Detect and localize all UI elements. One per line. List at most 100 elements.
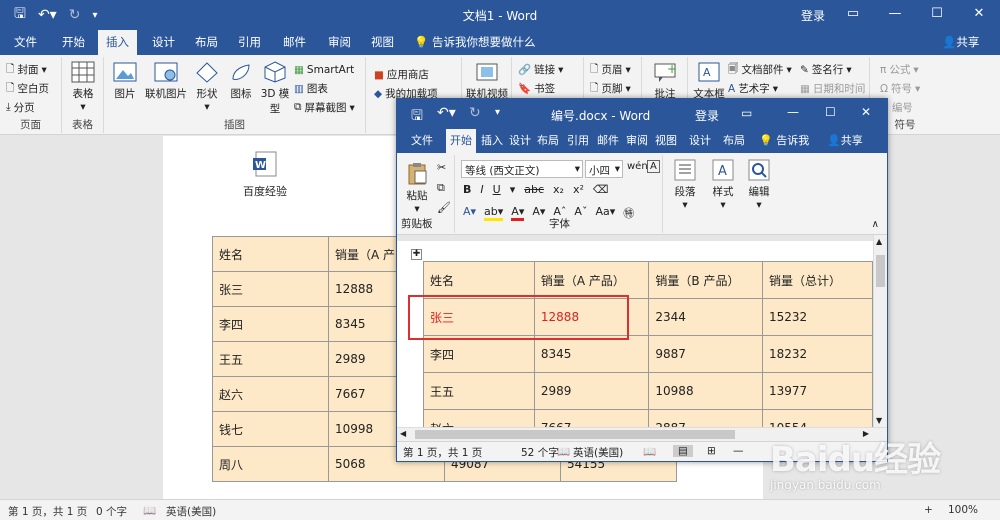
sub-redo-icon[interactable]: ↻ [469,105,481,121]
sub-tab-home[interactable]: 开始 [446,129,476,153]
blank-page-button[interactable]: 🗋 空白页 [6,79,49,98]
sub-tab-table-layout[interactable]: 布局 [723,129,745,153]
secondary-word-window[interactable]: 🖫 ↶▾ ↻ ▾ 编号.docx - Word 登录 ▭ — ☐ ✕ 文件 开始… [396,98,888,462]
subscript-icon[interactable]: x₂ [553,183,564,196]
comment-button[interactable]: + 批注 [648,61,682,101]
sub-tab-table-design[interactable]: 设计 [689,129,711,153]
font-name-select[interactable]: 等线 (西文正文) ▾ [461,160,583,178]
tell-me-box[interactable]: 💡 告诉我你想要做什么 [414,30,535,55]
collapse-ribbon-icon[interactable]: ∧ [872,219,879,230]
tab-mailings[interactable]: 邮件 [283,30,306,55]
sub-customize-icon[interactable]: ▾ [495,107,500,118]
print-layout-icon[interactable]: ▤ [673,445,693,457]
login-button[interactable]: 登录 [801,7,825,24]
table-cell[interactable]: 姓名 [212,236,329,272]
read-mode-icon[interactable]: 📖 [643,445,656,458]
table-cell[interactable]: 赵六 [423,409,535,427]
table-cell[interactable]: 7667 [533,409,650,427]
sub-save-icon[interactable]: 🖫 [411,105,423,129]
tab-insert[interactable]: 插入 [98,30,137,55]
sub-page-count[interactable]: 第 1 页，共 1 页 [403,445,482,460]
shapes-button[interactable]: 形状 ▾ [192,61,222,113]
icons-button[interactable]: 图标 [226,61,256,101]
table-cell[interactable]: 2989 [533,372,650,410]
word-count[interactable]: 0 个字 [96,504,127,519]
sub-tab-file[interactable]: 文件 [411,129,433,153]
table-cell[interactable]: 18232 [761,335,873,373]
sub-tab-mailings[interactable]: 邮件 [597,129,619,153]
strikethrough-icon[interactable]: abc [524,183,544,196]
chart-button[interactable]: ▥ 图表 [294,79,355,98]
screenshot-button[interactable]: ⧉ 屏幕截图 ▾ [294,98,355,117]
sub-maximize-icon[interactable]: ☐ [825,105,836,119]
header-button[interactable]: 🗋 页眉 ▾ [590,60,631,79]
equation-button[interactable]: π 公式 ▾ [880,60,920,79]
3d-model-button[interactable]: 3D 模型 [258,61,292,116]
sub-table[interactable]: 姓名 销量（A 产品） 销量（B 产品） 销量（总计） 张三 12888 2344 1523… [423,261,873,427]
zoom-in-icon[interactable]: + [924,504,933,516]
paste-button[interactable]: 粘贴 ▾ [403,161,431,215]
ribbon-display-icon[interactable]: ▭ [832,0,874,30]
sub-share-button[interactable]: 👤共享 [827,129,863,153]
scroll-up-icon[interactable]: ▲ [876,237,882,246]
tab-layout[interactable]: 布局 [195,30,218,55]
table-cell[interactable]: 王五 [423,372,535,410]
sub-undo-icon[interactable]: ↶▾ [437,105,456,121]
zoom-out-icon[interactable]: — [733,445,744,457]
page-break-button[interactable]: ⤓ 分页 [6,98,49,117]
store-button[interactable]: ■ 应用商店 [374,65,438,84]
table-cell[interactable]: 姓名 [423,261,535,299]
char-border-icon[interactable]: A [647,160,660,173]
table-move-handle-icon[interactable]: ✚ [411,249,422,260]
italic-icon[interactable]: I [480,183,483,196]
underline-dropdown-icon[interactable]: ▾ [510,183,516,196]
sub-proofing-icon[interactable]: 📖 [557,445,570,458]
share-button[interactable]: 👤共享 [942,30,979,55]
font-size-select[interactable]: 小四 ▾ [585,160,623,178]
table-cell[interactable]: 13977 [761,372,873,410]
minimize-icon[interactable]: — [874,0,916,30]
proofing-icon[interactable]: 📖 [143,504,156,517]
table-cell[interactable]: 9887 [648,335,763,373]
tab-view[interactable]: 视图 [371,30,394,55]
footer-button[interactable]: 🗋 页脚 ▾ [590,79,631,98]
smartart-button[interactable]: ▦ SmartArt [294,60,355,79]
table-cell[interactable]: 10988 [648,372,763,410]
pictures-button[interactable]: 图片 [110,61,140,101]
sub-tell-me[interactable]: 💡 告诉我 [759,129,809,153]
table-cell[interactable]: 销量（B 产品） [648,261,763,299]
table-cell[interactable]: 赵六 [212,376,329,412]
sub-tab-references[interactable]: 引用 [567,129,589,153]
cover-page-button[interactable]: 🗋 封面 ▾ [6,60,49,79]
online-pictures-button[interactable]: 联机图片 [142,61,190,101]
sub-tab-review[interactable]: 审阅 [626,129,648,153]
web-layout-icon[interactable]: ⊞ [707,445,716,457]
editing-button[interactable]: 编辑 ▾ [743,159,775,211]
table-cell[interactable]: 张三 [212,271,329,307]
sub-tab-view[interactable]: 视图 [655,129,677,153]
sub-minimize-icon[interactable]: — [787,105,799,119]
table-cell[interactable]: 王五 [212,341,329,377]
scroll-down-icon[interactable]: ▼ [876,416,882,425]
zoom-level[interactable]: 100% [948,504,978,516]
table-cell[interactable]: 钱七 [212,411,329,447]
sub-vertical-scrollbar[interactable]: ▲ ▼ [873,235,887,427]
sub-tab-insert[interactable]: 插入 [481,129,503,153]
symbol-button[interactable]: Ω 符号 ▾ [880,79,920,98]
grow-font-icon[interactable]: wén [627,161,648,172]
sub-close-icon[interactable]: ✕ [861,105,871,119]
table-cell[interactable]: 15232 [761,298,873,336]
tab-references[interactable]: 引用 [238,30,261,55]
table-cell[interactable]: 销量（A 产品） [533,261,650,299]
signature-line-button[interactable]: ✎ 签名行 ▾ [800,60,865,79]
sub-login-button[interactable]: 登录 [695,107,719,124]
textbox-button[interactable]: A 文本框 [692,61,726,101]
tab-home[interactable]: 开始 [62,30,85,55]
bold-icon[interactable]: B [463,183,471,196]
paragraph-button[interactable]: 段落 ▾ [669,159,701,211]
superscript-icon[interactable]: x² [573,183,584,196]
bookmark-button[interactable]: 🔖 书签 [518,79,563,98]
quick-parts-button[interactable]: 🗐 文档部件 ▾ [728,60,792,79]
sub-tab-layout[interactable]: 布局 [537,129,559,153]
close-icon[interactable]: ✕ [958,0,1000,30]
